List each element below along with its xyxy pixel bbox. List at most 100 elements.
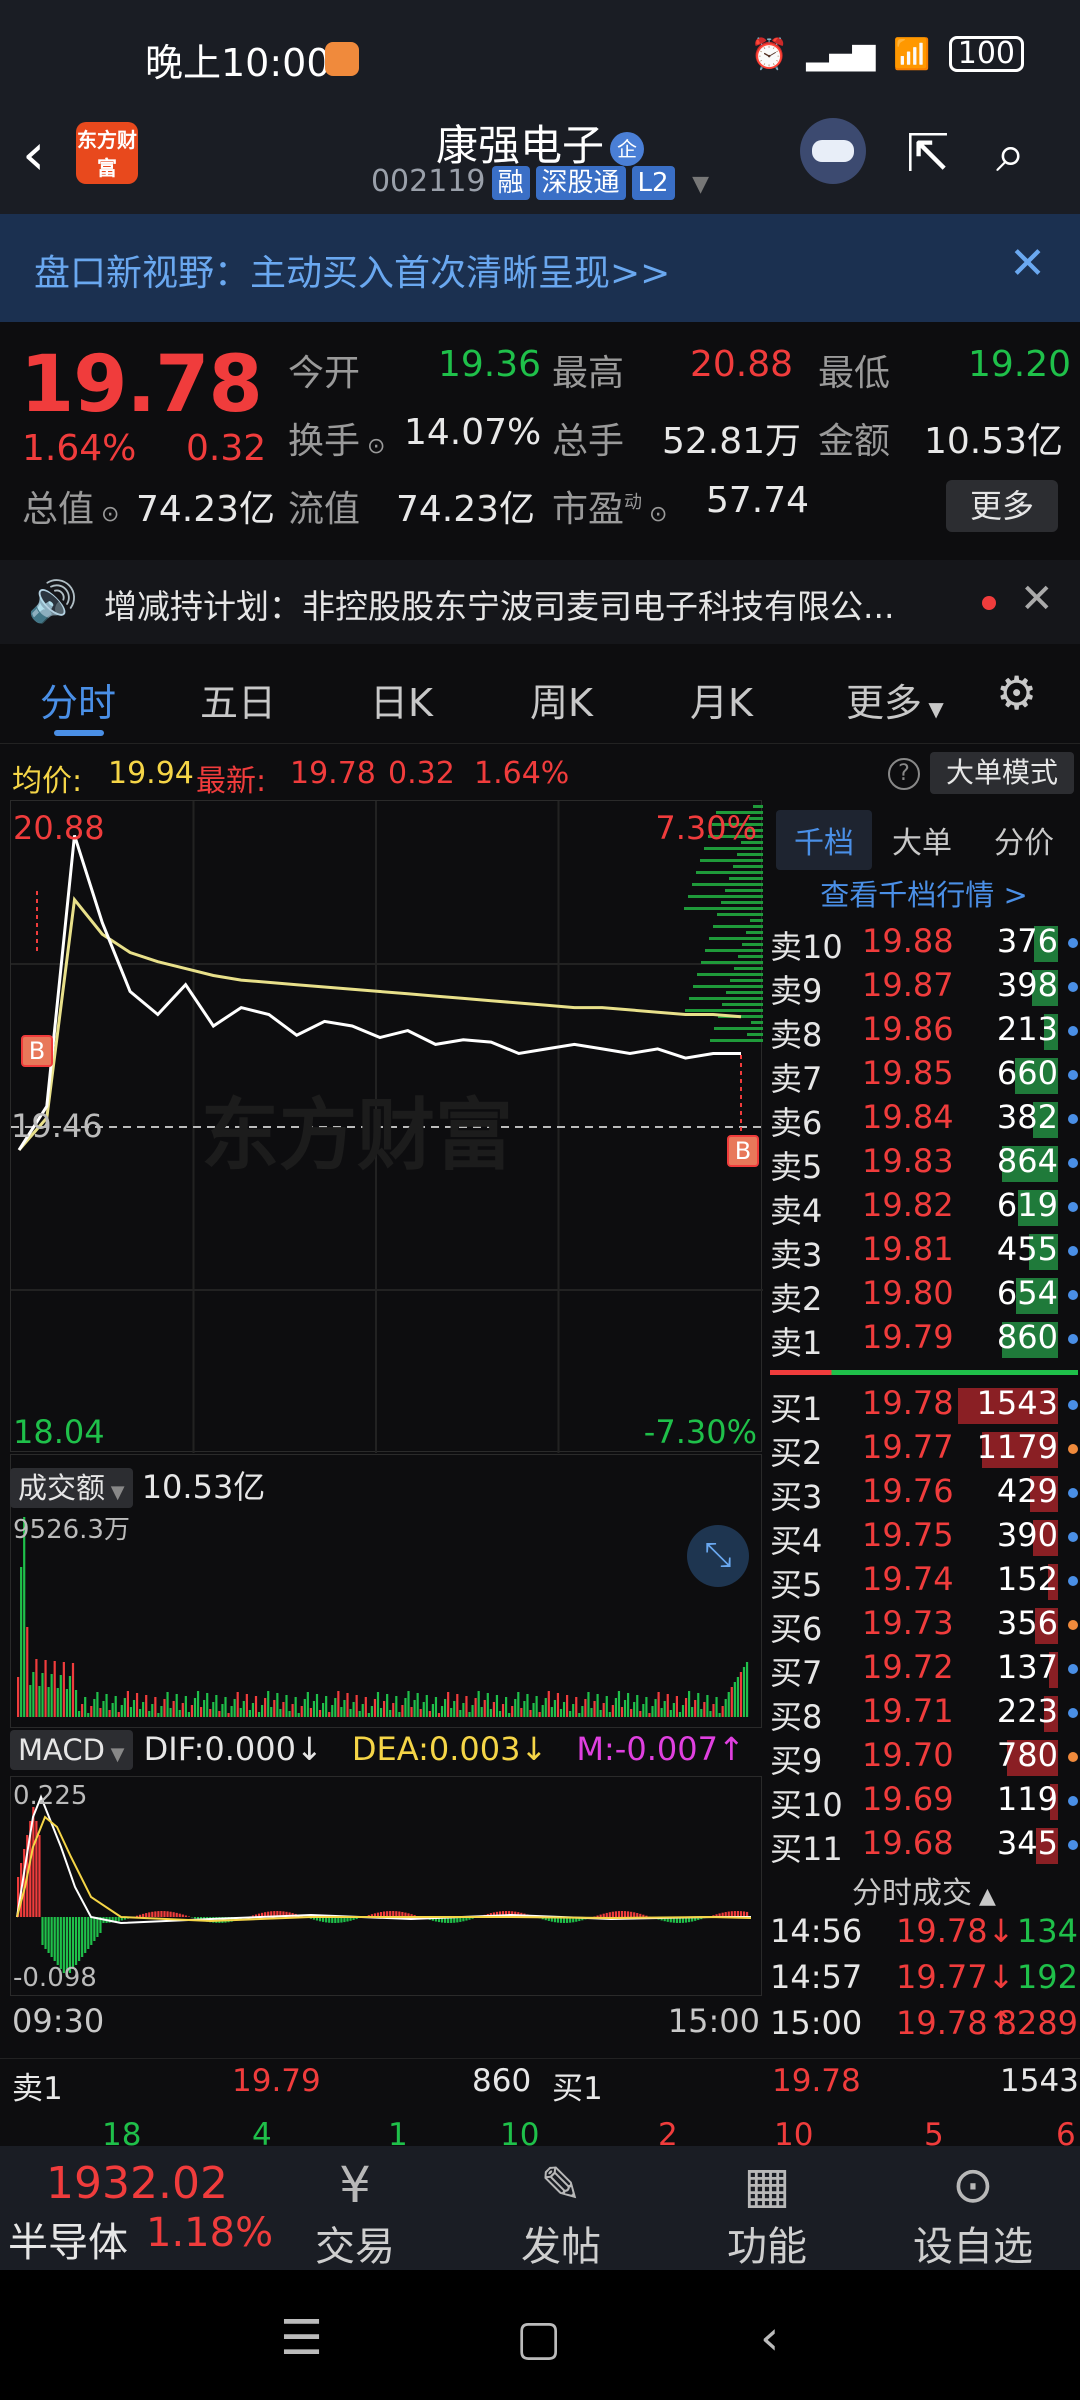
bid-level-row[interactable]: 买2 19.77 1179 xyxy=(768,1428,1080,1472)
volume-bar xyxy=(608,1712,611,1717)
float-cap-value: 74.23亿 xyxy=(396,489,536,530)
post-button[interactable]: ✎ 发帖 xyxy=(496,2156,626,2272)
tab-five-day[interactable]: 五日 xyxy=(200,672,276,727)
turnover-label[interactable]: 换手 ⊙ xyxy=(288,412,385,464)
close-icon[interactable]: ✕ xyxy=(1009,238,1046,289)
volume-bar xyxy=(617,1691,621,1717)
macd-bar xyxy=(151,1911,154,1917)
tab-weekly-k[interactable]: 周K xyxy=(530,672,593,727)
home-icon[interactable]: ▢ xyxy=(516,2310,561,2366)
index-ticker[interactable]: 1932.02 半导体 1.18% xyxy=(0,2146,273,2270)
settings-gear-icon[interactable]: ⚙ xyxy=(996,666,1037,720)
macd-bar xyxy=(623,1911,627,1917)
buy-marker-b-icon[interactable]: B xyxy=(21,1035,53,1067)
volume-bar xyxy=(602,1703,605,1717)
y-ref-label: 19.46 xyxy=(11,1107,103,1145)
volume-bar xyxy=(477,1691,480,1717)
ask-level-row[interactable]: 卖5 19.83 864 xyxy=(768,1142,1080,1186)
bid-level-row[interactable]: 买1 19.78 1543 xyxy=(768,1384,1080,1428)
tab-daily-k[interactable]: 日K xyxy=(370,672,433,727)
assistant-avatar-icon[interactable] xyxy=(800,118,866,184)
volume-bar xyxy=(65,1689,68,1717)
ask-level-row[interactable]: 卖3 19.81 455 xyxy=(768,1230,1080,1274)
big-order-mode-button[interactable]: 大单模式 xyxy=(930,752,1074,794)
buy1-label: 买1 xyxy=(552,2071,603,2107)
volume-bar xyxy=(32,1672,35,1717)
ask-level-row[interactable]: 卖2 19.80 654 xyxy=(768,1274,1080,1318)
volume-bar xyxy=(224,1697,227,1717)
search-icon[interactable]: ⌕ xyxy=(996,124,1025,185)
volume-bar xyxy=(349,1709,352,1717)
volume-bar xyxy=(343,1700,346,1717)
ask-level-row[interactable]: 卖8 19.86 213 xyxy=(768,1010,1080,1054)
notice-bar[interactable]: 🔊 增减持计划：非控股股东宁波司麦司电子科技有限公... ✕ xyxy=(0,560,1080,644)
bid-level-row[interactable]: 买6 19.73 356 xyxy=(768,1604,1080,1648)
tab-monthly-k[interactable]: 月K xyxy=(690,672,753,727)
close-icon[interactable]: ✕ xyxy=(1020,576,1054,622)
tick-trades[interactable]: 分时成交 ▲ 14:56 19.78↓ 134 14:57 19.77↓ 192 15:… xyxy=(768,1862,1080,2052)
tab-more[interactable]: 更多 ▼ xyxy=(846,672,944,727)
notice-text[interactable]: 增减持计划：非控股股东宁波司麦司电子科技有限公... xyxy=(104,580,894,628)
volume-bar xyxy=(444,1699,447,1717)
tab-big-orders[interactable]: 大单 xyxy=(892,818,952,862)
macd-bar xyxy=(38,1835,41,1917)
bid-level-row[interactable]: 买10 19.69 119 xyxy=(768,1780,1080,1824)
bid-level-row[interactable]: 买3 19.76 429 xyxy=(768,1472,1080,1516)
depth-bar xyxy=(750,919,763,922)
bid-level-volume: 780 xyxy=(996,1736,1058,1774)
macd-chart[interactable]: 0.225 -0.098 xyxy=(10,1776,762,1996)
tab-intraday[interactable]: 分时 xyxy=(40,672,116,727)
expand-icon[interactable]: ⤡ xyxy=(687,1525,749,1587)
macd-bar xyxy=(160,1911,163,1917)
bid-level-row[interactable]: 买8 19.71 223 xyxy=(768,1692,1080,1736)
volume-indicator-select[interactable]: 成交额 ▼ xyxy=(10,1468,133,1508)
macd-bar xyxy=(41,1917,44,1945)
volume-bar xyxy=(160,1706,163,1717)
macd-bar xyxy=(169,1911,172,1917)
market-cap-label[interactable]: 总值 ⊙ xyxy=(22,480,119,532)
bid-level-row[interactable]: 买9 19.70 780 xyxy=(768,1736,1080,1780)
macd-dif-line xyxy=(16,1794,751,1925)
tab-price-distribution[interactable]: 分价 xyxy=(994,818,1054,862)
volume-bar xyxy=(559,1709,563,1717)
functions-button[interactable]: ▦ 功能 xyxy=(702,2156,832,2272)
trade-button[interactable]: ¥ 交易 xyxy=(290,2156,420,2272)
ask-level-row[interactable]: 卖6 19.84 382 xyxy=(768,1098,1080,1142)
status-icons: ⏰ ▂▄▆ 📶 100 xyxy=(751,36,1024,72)
dropdown-icon[interactable]: ▼ xyxy=(692,172,709,197)
share-icon[interactable]: ⇱ xyxy=(906,124,950,184)
bid-level-row[interactable]: 买7 19.72 137 xyxy=(768,1648,1080,1692)
ask-level-row[interactable]: 卖1 19.79 860 xyxy=(768,1318,1080,1362)
menu-icon[interactable]: ☰ xyxy=(280,2310,323,2366)
pe-label[interactable]: 市盈动 ⊙ xyxy=(552,480,667,532)
ask-level-row[interactable]: 卖7 19.85 660 xyxy=(768,1054,1080,1098)
view-thousand-levels-link[interactable]: 查看千档行情 > xyxy=(768,872,1080,914)
bid-level-row[interactable]: 买4 19.75 390 xyxy=(768,1516,1080,1560)
ask-level-row[interactable]: 卖9 19.87 398 xyxy=(768,966,1080,1010)
buy-marker-b-icon[interactable]: B xyxy=(727,1135,759,1167)
ask-level-price: 19.79 xyxy=(862,1318,954,1356)
bid-level-name: 买9 xyxy=(770,1742,823,1780)
level-dot xyxy=(1068,1114,1078,1124)
help-icon[interactable]: ? xyxy=(888,758,920,790)
add-watchlist-button[interactable]: ⊙ 设自选 xyxy=(908,2156,1038,2272)
promo-banner[interactable]: 盘口新视野：主动买入首次清晰呈现>> ✕ xyxy=(0,214,1080,322)
back-nav-icon[interactable]: ‹ xyxy=(760,2310,779,2366)
tab-thousand-levels[interactable]: 千档 xyxy=(776,810,872,870)
volume-bar xyxy=(166,1692,169,1717)
tick-trades-header[interactable]: 分时成交 ▲ xyxy=(768,1868,1080,1912)
battery-icon: 100 xyxy=(948,36,1024,72)
ask-level-row[interactable]: 卖4 19.82 619 xyxy=(768,1186,1080,1230)
macd-bar xyxy=(614,1911,617,1917)
intraday-chart[interactable]: 20.88 7.30% 19.46 18.04 -7.30% 东方财富 B B xyxy=(10,800,763,1453)
change-percent: 1.64% xyxy=(22,428,137,469)
volume-bar xyxy=(434,1697,438,1717)
macd-indicator-select[interactable]: MACD ▼ xyxy=(10,1730,133,1770)
volume-bar xyxy=(614,1698,617,1717)
volume-bar xyxy=(642,1704,645,1717)
more-button[interactable]: 更多 xyxy=(946,480,1058,532)
bid-level-row[interactable]: 买5 19.74 152 xyxy=(768,1560,1080,1604)
ask-level-row[interactable]: 卖10 19.88 376 xyxy=(768,922,1080,966)
banner-text[interactable]: 盘口新视野：主动买入首次清晰呈现>> xyxy=(34,244,670,296)
depth-bar xyxy=(742,943,763,946)
